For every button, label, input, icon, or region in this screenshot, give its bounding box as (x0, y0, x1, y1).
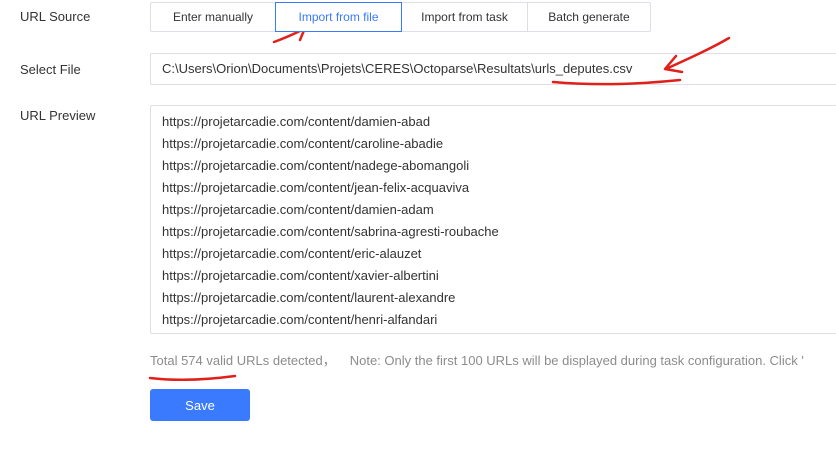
preview-limit-note: Note: Only the first 100 URLs will be di… (349, 353, 804, 368)
url-preview-box[interactable]: https://projetarcadie.com/content/damien… (150, 105, 836, 334)
tab-import-from-file[interactable]: Import from file (275, 2, 402, 32)
select-file-label: Select File (20, 62, 81, 77)
tab-batch-generate[interactable]: Batch generate (527, 2, 651, 32)
url-list-item: https://projetarcadie.com/content/sabrin… (162, 224, 499, 239)
url-list-item: https://projetarcadie.com/content/lauren… (162, 290, 456, 305)
url-list-item: https://projetarcadie.com/content/henri-… (162, 312, 438, 327)
url-list-item: https://projetarcadie.com/content/damien… (162, 114, 431, 129)
file-path-field[interactable]: C:\Users\Orion\Documents\Projets\CERES\O… (150, 53, 836, 85)
url-source-selector: Enter manually Import from file Import f… (150, 2, 651, 32)
file-path-prefix: C:\Users\Orion\Documents\Projets\CERES\O… (162, 61, 535, 76)
url-list-item: https://projetarcadie.com/content/jean-f… (162, 180, 470, 195)
url-source-label: URL Source (20, 9, 91, 24)
file-name: urls_deputes.csv (534, 61, 633, 76)
url-list-item: https://projetarcadie.com/content/damien… (162, 202, 434, 217)
url-import-panel: URL Source Enter manually Import from fi… (0, 0, 836, 456)
url-count-note: Total 574 valid URLs detected， Note: Only… (150, 350, 804, 369)
valid-url-total: Total 574 valid URLs detected， (150, 353, 336, 368)
annotation-underline-total (148, 374, 237, 381)
url-list-item: https://projetarcadie.com/content/xavier… (162, 268, 439, 283)
url-list-item: https://projetarcadie.com/content/eric-a… (162, 246, 422, 261)
url-list-item: https://projetarcadie.com/content/caroli… (162, 136, 444, 151)
tab-enter-manually[interactable]: Enter manually (150, 2, 276, 32)
url-list-item: https://projetarcadie.com/content/nadege… (162, 158, 470, 173)
tab-import-from-task[interactable]: Import from task (401, 2, 528, 32)
url-preview-label: URL Preview (20, 108, 96, 123)
save-button[interactable]: Save (150, 389, 250, 421)
